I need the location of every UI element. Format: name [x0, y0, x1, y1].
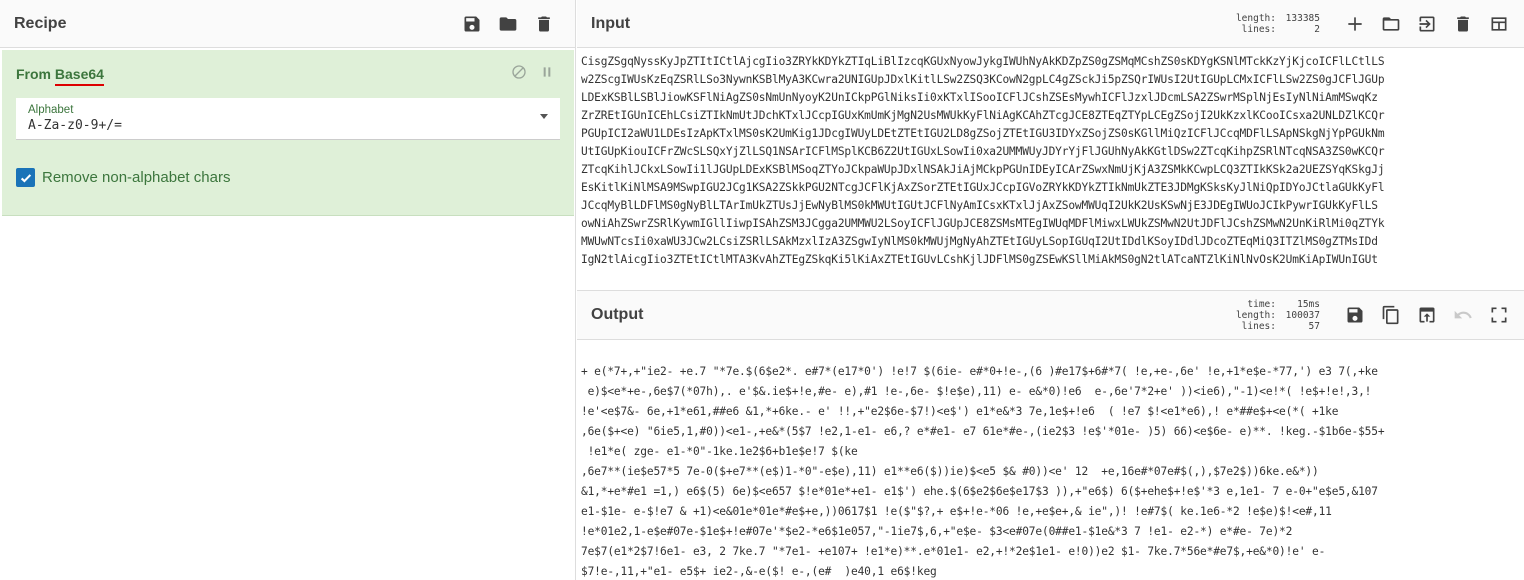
- output-line: ,6e7**(ie$e57*5 7e-0($+e7**(e$)1-*0"-e$e…: [581, 465, 1319, 478]
- clear-recipe-trash-icon[interactable]: [533, 13, 555, 35]
- operation-title: From Base64: [16, 66, 104, 86]
- input-textarea[interactable]: CisgZSgqNyssKyJpZTItICtlAjcgIio3ZRYkKDYk…: [577, 49, 1524, 289]
- add-tab-plus-icon[interactable]: [1344, 13, 1366, 35]
- pause-icon[interactable]: [538, 63, 556, 81]
- output-line: e1-$1e- e-$!e7 & +1)<e&01e*01e*#e$+e,))0…: [581, 505, 1332, 518]
- save-recipe-icon[interactable]: [461, 13, 483, 35]
- disable-icon[interactable]: [510, 63, 528, 81]
- output-header: Output time: 15ms length: 100037 lines: 57: [577, 290, 1524, 340]
- undo-icon[interactable]: [1452, 304, 1474, 326]
- input-lines-label: lines:: [1241, 23, 1276, 35]
- input-line: JCcqMyBlLDFlMS0gNyBlLTArImUkZTUsJjEwNyBl…: [581, 199, 1378, 212]
- input-stats: length: 133385 lines: 2: [1236, 13, 1320, 35]
- maximize-icon[interactable]: [1488, 304, 1510, 326]
- alphabet-label: Alphabet: [28, 104, 74, 116]
- checkbox-label: Remove non-alphabet chars: [42, 169, 231, 186]
- output-lines-label: lines:: [1241, 320, 1276, 332]
- output-length-label: length:: [1235, 309, 1276, 321]
- output-textarea[interactable]: + e(*7+,+"ie2- +e.7 "*7e.$(6$e2*. e#7*(e…: [577, 358, 1524, 580]
- input-line: owNiAhZSwrZSRlKywmIGllIiwpISAhZSM3JCgga2…: [581, 217, 1385, 230]
- input-line: PGUpICI2aWU1LDEsIzApKTxlMS0sK2UmKig1JDcg…: [581, 127, 1385, 140]
- input-line: LDExKSBlLSBlJiowKSFlNiAgZS0sNmUnNyoyK2Un…: [581, 91, 1378, 104]
- output-line: !e1*e( zge- e1-*0"-1ke.1e2$6+b1e$e!7 $(k…: [581, 445, 858, 458]
- chevron-down-icon: [540, 114, 548, 119]
- input-line: IgN2tlAicgIio3ZTEtICtlMTA3KvAhZTEgZSkqKi…: [581, 253, 1378, 266]
- open-folder-icon[interactable]: [1380, 13, 1402, 35]
- input-title: Input: [591, 14, 631, 32]
- operation-name-highlight: Base64: [54, 66, 104, 86]
- input-header: Input length: 133385 lines: 2: [577, 0, 1524, 48]
- copy-icon[interactable]: [1380, 304, 1402, 326]
- output-line: + e(*7+,+"ie2- +e.7 "*7e.$(6$e2*. e#7*(e…: [581, 365, 1378, 378]
- output-time-label: time:: [1247, 298, 1276, 310]
- output-line: !e'<e$7&- 6e,+1*e61,##e6 &1,*+6ke.- e' !…: [581, 405, 1339, 418]
- input-lines-value: 2: [1314, 23, 1320, 35]
- input-length-label: length:: [1235, 12, 1276, 24]
- output-line: 7e$7(e1*2$7!6e1- e3, 2 7ke.7 "*7e1- +e10…: [581, 545, 1326, 558]
- input-line: EsKitlKiNlMSA9MSwpIGU2JCg1KSA2ZSkkPGU2NT…: [581, 181, 1385, 194]
- alphabet-select[interactable]: Alphabet A-Za-z0-9+/=: [16, 98, 560, 140]
- save-output-icon[interactable]: [1344, 304, 1366, 326]
- recipe-panel: Recipe From Base64 Alphabet A-Za-z0-9+/=…: [0, 0, 576, 580]
- replace-input-icon[interactable]: [1416, 304, 1438, 326]
- output-line: e)$<e*+e-,6e$7(*07h),. e'$&.ie$+!e,#e- e…: [581, 385, 1372, 398]
- input-line: UtIGUpKiouICFrZWcSLSQxYjZlLSQ1NSArICFlMS…: [581, 145, 1385, 158]
- output-line: $7!e-,11,+"e1- e5$+ ie2-,&-e($! e-,(e# )…: [581, 565, 937, 578]
- output-line: !e*01e2,1-e$e#07e-$1e$+!e#07e'*$e2-*e6$1…: [581, 525, 1293, 538]
- recipe-header: Recipe: [0, 0, 575, 48]
- io-panel: Input length: 133385 lines: 2 CisgZSgqNyss…: [577, 0, 1524, 580]
- input-line: CisgZSgqNyssKyJpZTItICtlAjcgIio3ZRYkKDYk…: [581, 55, 1385, 68]
- output-length-value: 100037: [1285, 309, 1320, 321]
- input-line: ZTcqKihlJCkxLSowIi1lJGUpLDExKSBlMSoqZTYo…: [581, 163, 1385, 176]
- load-recipe-folder-icon[interactable]: [497, 13, 519, 35]
- clear-input-trash-icon[interactable]: [1452, 13, 1474, 35]
- input-line: MWUwNTcsIi0xaWU3JCw2LCsiZSRlLSAkMzxlIzA3…: [581, 235, 1378, 248]
- input-line: ZrZREtIGUnICEhLCsiZTIkNmUtJDchKTxlJCcpIG…: [581, 109, 1385, 122]
- output-line: &1,*+e*#e1 =1,) e6$(5) 6e)$<e657 $!e*01e…: [581, 485, 1378, 498]
- from-base64-operation[interactable]: From Base64 Alphabet A-Za-z0-9+/= Remove…: [2, 50, 574, 216]
- open-file-input-icon[interactable]: [1416, 13, 1438, 35]
- input-line: w2ZScgIWUsKzEqZSRlLSo3NywnKSBlMyA3KCwra2…: [581, 73, 1385, 86]
- output-lines-value: 57: [1308, 320, 1320, 332]
- layout-icon[interactable]: [1488, 13, 1510, 35]
- alphabet-value: A-Za-z0-9+/=: [28, 118, 122, 133]
- operation-name-prefix: From: [16, 66, 55, 82]
- remove-non-alphabet-checkbox[interactable]: Remove non-alphabet chars: [16, 168, 230, 187]
- checkbox-checked-icon[interactable]: [16, 168, 35, 187]
- input-length-value: 133385: [1285, 12, 1320, 24]
- output-stats: time: 15ms length: 100037 lines: 57: [1236, 299, 1320, 332]
- output-time-value: 15ms: [1297, 298, 1320, 310]
- output-title: Output: [591, 306, 644, 323]
- output-line: ,6e($+<e) "6ie5,1,#0))<e1-,+e&*(5$7 !e2,…: [581, 425, 1385, 438]
- recipe-title: Recipe: [14, 14, 67, 32]
